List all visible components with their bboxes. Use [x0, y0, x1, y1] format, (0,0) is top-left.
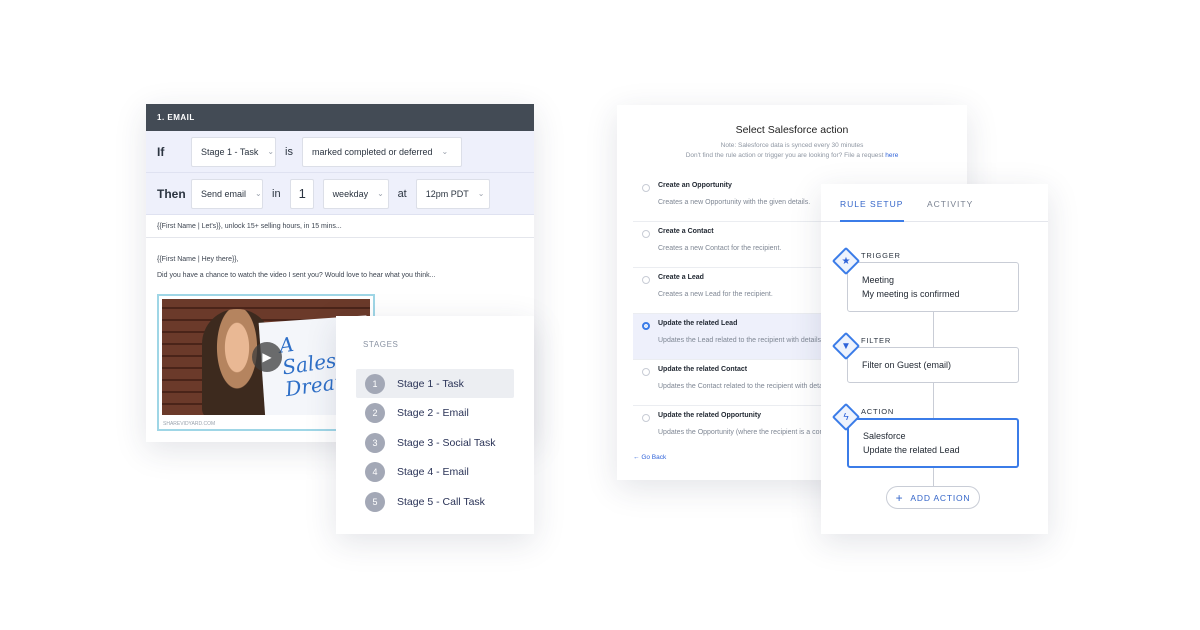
stage-option[interactable]: 3 Stage 3 - Social Task	[356, 428, 514, 457]
option-title: Update the related Opportunity	[658, 412, 762, 419]
option-desc: Creates a new Opportunity with the given…	[658, 199, 811, 206]
video-caption: SHAREVIDYARD.COM	[163, 421, 216, 427]
dialog-title: Select Salesforce action	[735, 124, 849, 136]
option-title: Create an Opportunity	[658, 182, 732, 189]
is-label: is	[285, 145, 293, 158]
then-keyword: Then	[157, 186, 186, 201]
radio-button[interactable]	[642, 414, 650, 422]
stage-select-value: Stage 1 - Task	[201, 146, 259, 157]
delay-number-value: 1	[298, 186, 306, 201]
flow-connector	[933, 312, 934, 506]
if-keyword: If	[157, 144, 165, 159]
option-desc: Updates the Lead related to the recipien…	[658, 337, 823, 344]
chevron-down-icon: ⌄	[477, 189, 485, 198]
stage-option[interactable]: 5 Stage 5 - Call Task	[356, 487, 514, 516]
radio-button[interactable]	[642, 230, 650, 238]
option-desc: Updates the Contact related to the recip…	[658, 383, 832, 390]
request-note-text: Don't find the rule action or trigger yo…	[685, 152, 884, 159]
action-label: ACTION	[861, 407, 895, 416]
filter-title: Filter on Guest (email)	[862, 360, 952, 370]
status-select[interactable]: marked completed or deferred ⌄	[301, 136, 462, 167]
action-select-value: Send email	[201, 188, 247, 199]
trigger-subtitle: My meeting is confirmed	[862, 289, 960, 299]
stage-label: Stage 4 - Email	[397, 465, 469, 478]
radio-button-checked[interactable]	[642, 322, 650, 330]
status-select-value: marked completed or deferred	[311, 146, 433, 157]
stage-label: Stage 3 - Social Task	[397, 436, 496, 449]
then-action-row: Then Send email ⌄ in 1 weekday ⌄ at 12pm…	[146, 173, 534, 215]
option-desc: Updates the Opportunity (where the recip…	[658, 429, 839, 436]
tab-rule-setup[interactable]: RULE SETUP	[840, 199, 903, 209]
request-note: Don't find the rule action or trigger yo…	[617, 152, 967, 159]
plus-icon: +	[895, 490, 904, 505]
option-desc: Creates a new Lead for the recipient.	[658, 291, 773, 298]
chevron-down-icon: ⌄	[441, 147, 449, 156]
radio-button[interactable]	[642, 368, 650, 376]
stage-number: 2	[365, 402, 385, 423]
delay-unit-select[interactable]: weekday ⌄	[322, 178, 389, 209]
email-greeting: {{First Name | Hey there}},	[157, 256, 239, 263]
stages-dropdown: STAGES 1 Stage 1 - Task 2 Stage 2 - Emai…	[336, 316, 534, 534]
stage-option[interactable]: 4 Stage 4 - Email	[356, 457, 514, 486]
chevron-down-icon: ⌄	[377, 189, 384, 198]
option-title: Create a Contact	[658, 228, 714, 235]
stage-label: Stage 2 - Email	[397, 406, 469, 419]
stages-title: STAGES	[363, 340, 399, 349]
add-action-button[interactable]: + ADD ACTION	[886, 486, 980, 509]
stage-option[interactable]: 2 Stage 2 - Email	[356, 398, 514, 427]
active-tab-indicator	[840, 220, 904, 222]
radio-button[interactable]	[642, 276, 650, 284]
email-step-header: 1. EMAIL	[146, 104, 534, 131]
email-body[interactable]: {{First Name | Hey there}}, Did you have…	[146, 238, 534, 284]
trigger-node[interactable]: Meeting My meeting is confirmed	[847, 262, 1019, 312]
panel-tabs: RULE SETUP ACTIVITY	[821, 184, 1048, 222]
stage-number: 1	[365, 373, 385, 394]
stage-number: 5	[365, 491, 385, 512]
chevron-down-icon: ⌄	[255, 189, 262, 198]
action-node[interactable]: Salesforce Update the related Lead	[847, 418, 1019, 468]
at-label: at	[397, 187, 407, 200]
action-subtitle: Update the related Lead	[863, 445, 960, 455]
time-select-value: 12pm PDT	[425, 188, 469, 199]
option-title: Update the related Lead	[658, 320, 738, 327]
stage-option[interactable]: 1 Stage 1 - Task	[356, 369, 514, 398]
trigger-label: TRIGGER	[861, 251, 901, 260]
play-icon[interactable]: ▶	[252, 342, 282, 372]
delay-unit-value: weekday	[332, 188, 369, 199]
option-title: Create a Lead	[658, 274, 704, 281]
option-desc: Creates a new Contact for the recipient.	[658, 245, 782, 252]
request-link[interactable]: here	[885, 152, 898, 159]
email-subject[interactable]: {{First Name | Let's}}, unlock 15+ selli…	[146, 215, 534, 238]
stage-select[interactable]: Stage 1 - Task ⌄	[191, 136, 276, 167]
time-select[interactable]: 12pm PDT ⌄	[415, 178, 490, 209]
if-condition-row: If Stage 1 - Task ⌄ is marked completed …	[146, 131, 534, 173]
chevron-down-icon: ⌄	[267, 147, 275, 156]
stage-label: Stage 5 - Call Task	[397, 495, 485, 508]
arrow-left-icon: ←	[633, 454, 640, 461]
option-title: Update the related Contact	[658, 366, 748, 373]
filter-node[interactable]: Filter on Guest (email)	[847, 347, 1019, 383]
go-back-label: Go Back	[641, 454, 667, 461]
go-back-link[interactable]: ← Go Back	[633, 454, 666, 461]
filter-label: FILTER	[861, 336, 892, 345]
action-title: Salesforce	[863, 431, 906, 441]
stage-number: 3	[365, 432, 385, 453]
delay-number-input[interactable]: 1	[289, 178, 314, 209]
tab-activity[interactable]: ACTIVITY	[927, 199, 973, 209]
stage-number: 4	[365, 461, 385, 482]
lightning-icon: ϟ	[843, 411, 849, 423]
funnel-icon: ▼	[841, 340, 851, 352]
radio-button[interactable]	[642, 184, 650, 192]
star-icon: ★	[841, 255, 851, 267]
add-action-label: ADD ACTION	[910, 492, 971, 503]
sync-note: Note: Salesforce data is synced every 30…	[720, 142, 864, 149]
trigger-title: Meeting	[862, 275, 895, 285]
stage-label: Stage 1 - Task	[397, 377, 464, 390]
in-label: in	[272, 187, 281, 200]
action-select[interactable]: Send email ⌄	[191, 178, 263, 209]
email-body-text: Did you have a chance to watch the video…	[157, 272, 436, 279]
rule-setup-panel: RULE SETUP ACTIVITY TRIGGER Meeting My m…	[821, 184, 1048, 534]
